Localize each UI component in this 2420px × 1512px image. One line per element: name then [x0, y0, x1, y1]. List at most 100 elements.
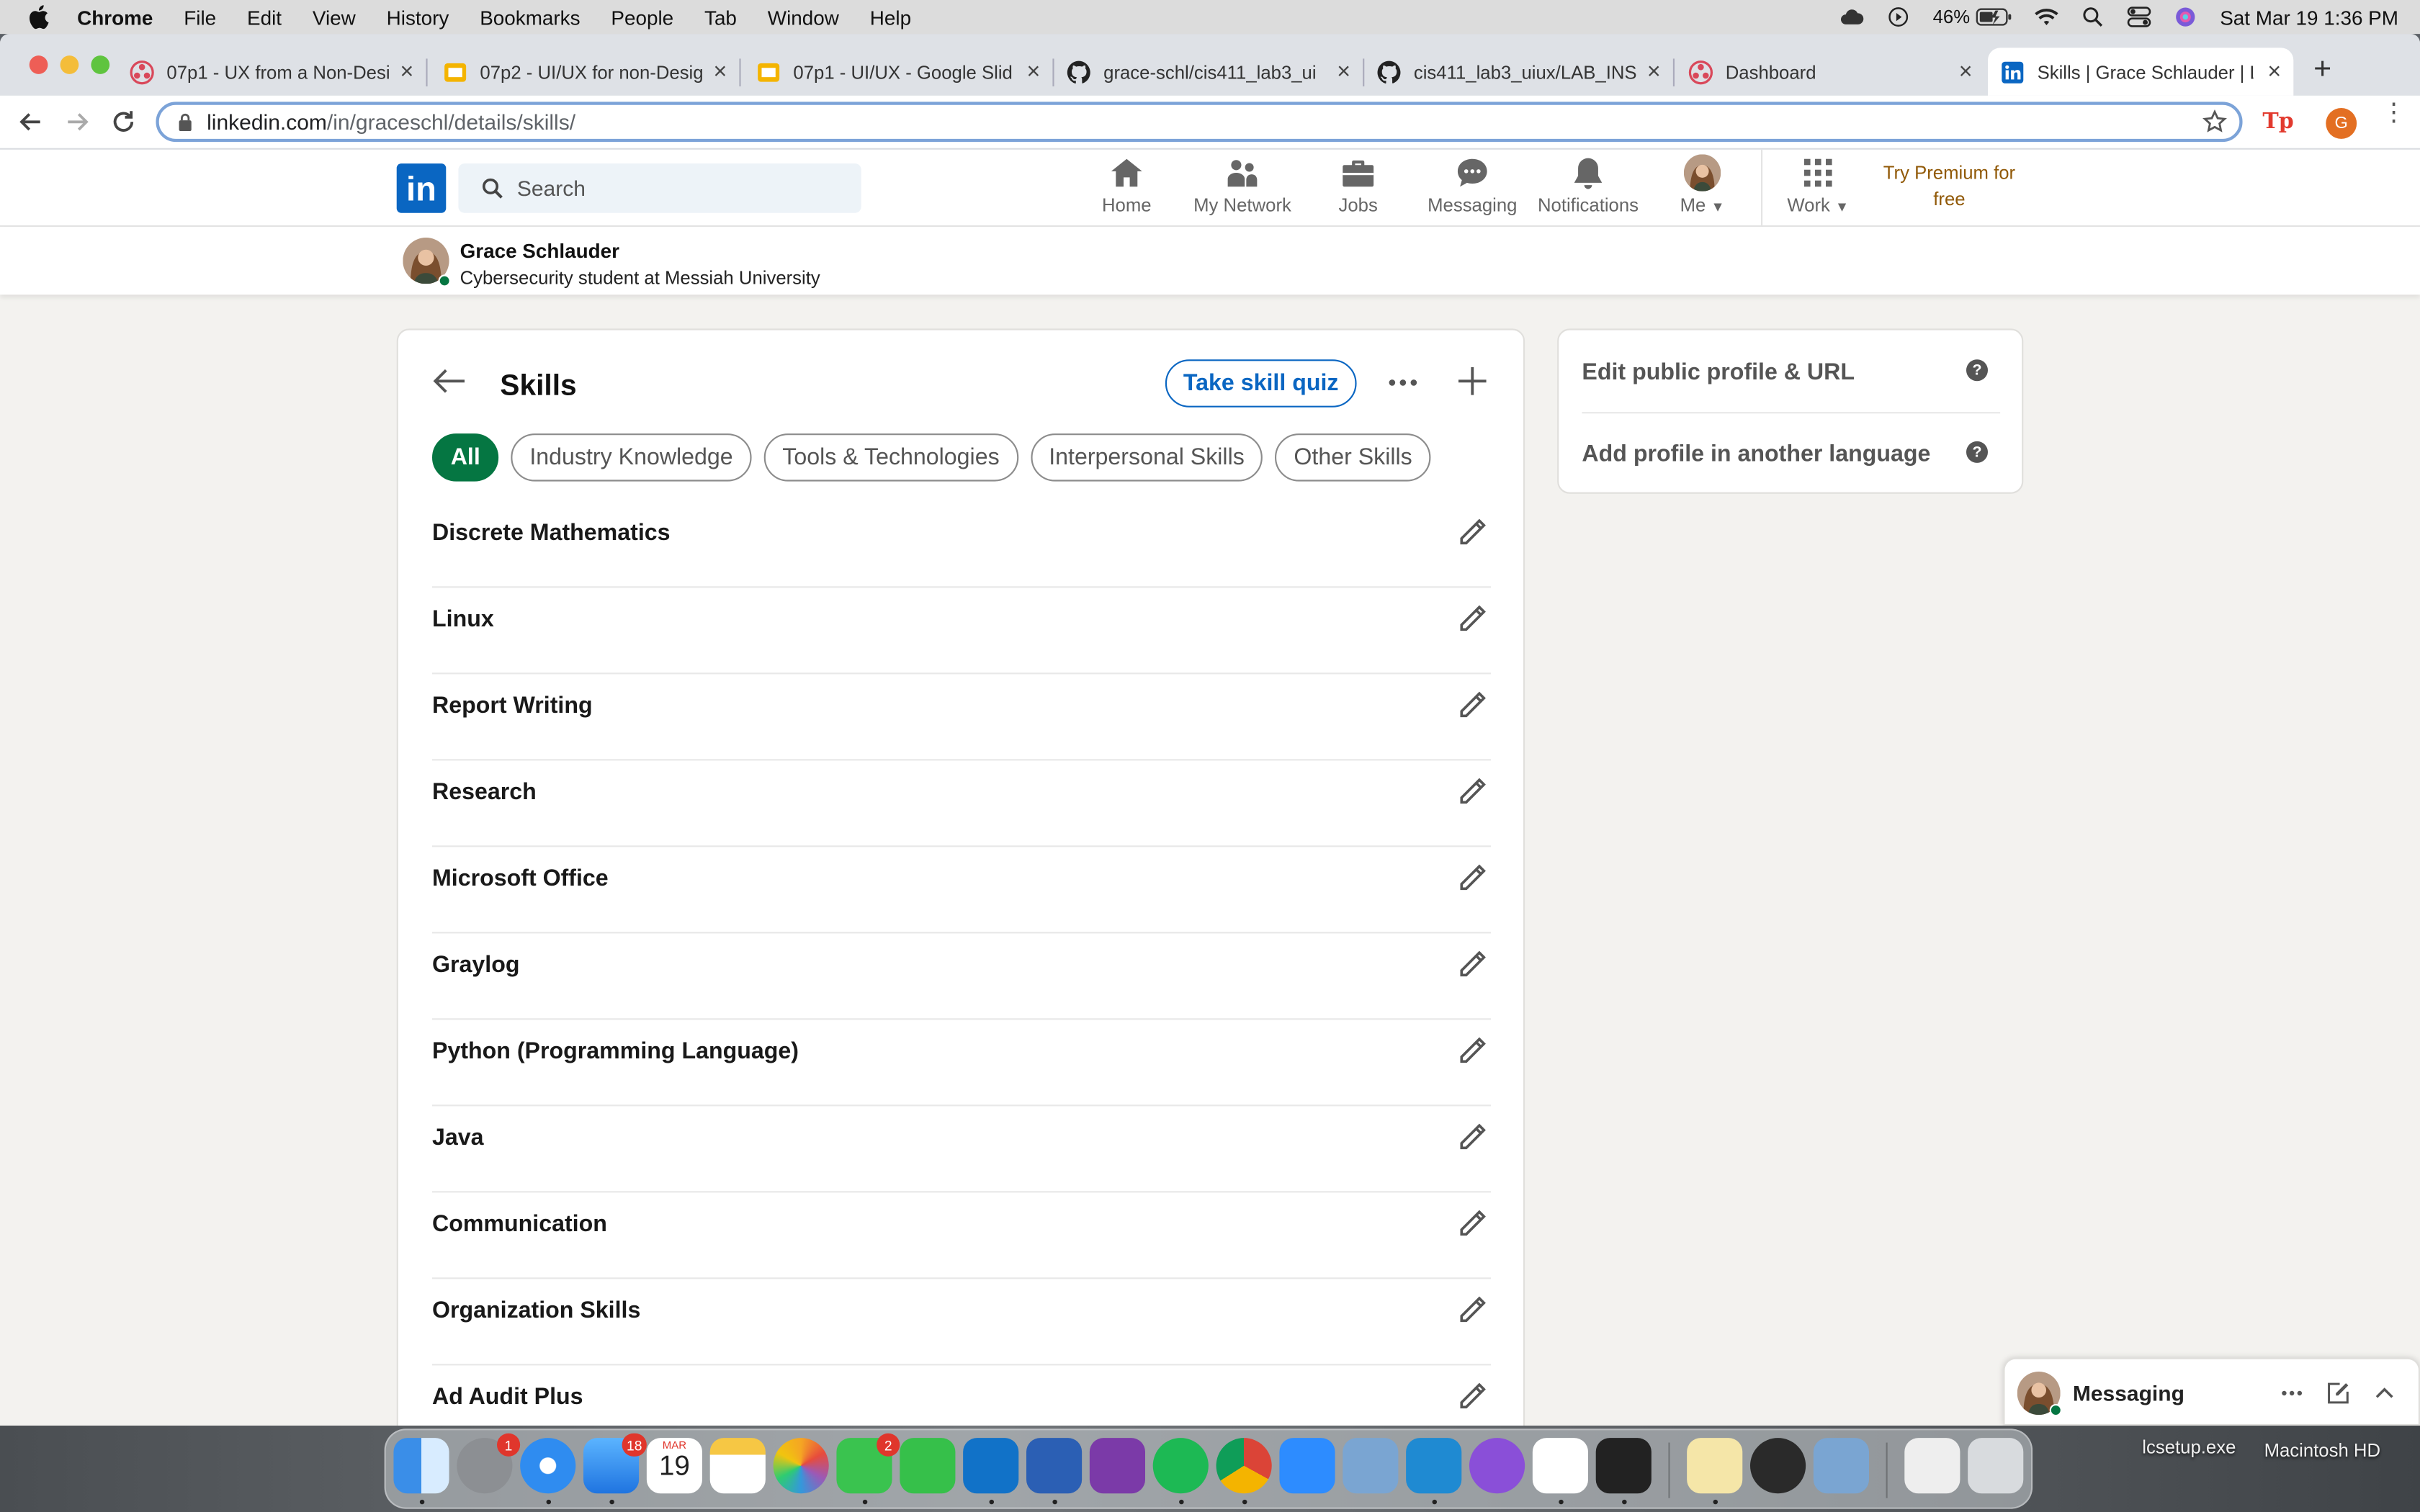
menu-edit[interactable]: Edit — [247, 6, 282, 29]
system-preferences-icon[interactable]: 1 — [457, 1433, 521, 1494]
menu-window[interactable]: Window — [768, 6, 839, 29]
edit-pencil-icon[interactable] — [1457, 776, 1488, 807]
nav-messaging[interactable]: Messaging — [1423, 154, 1522, 225]
photos-icon[interactable] — [773, 1438, 829, 1494]
browser-tab-1[interactable]: 07p1 - UX from a Non-Desi × — [117, 48, 426, 95]
nav-work[interactable]: Work ▼ — [1784, 154, 1852, 225]
more-options-icon[interactable] — [1386, 366, 1420, 400]
slack-icon[interactable] — [1532, 1438, 1588, 1494]
menu-help[interactable]: Help — [870, 6, 911, 29]
lock-icon[interactable] — [177, 112, 192, 132]
preview-icon[interactable] — [1687, 1438, 1743, 1494]
chrome-profile-avatar[interactable]: G — [2326, 108, 2357, 139]
browser-tab-3[interactable]: 07p1 - UI/UX - Google Slid × — [744, 48, 1053, 95]
edit-pencil-icon[interactable] — [1457, 1035, 1488, 1066]
battery-icon[interactable] — [1976, 6, 2013, 28]
extension-tp-icon[interactable]: Tp — [2262, 109, 2293, 134]
safari-icon[interactable] — [520, 1438, 576, 1494]
spotify-icon[interactable] — [1152, 1438, 1209, 1494]
browser-tab-5[interactable]: cis411_lab3_uiux/LAB_INS × — [1364, 48, 1673, 95]
browser-tab-2[interactable]: 07p2 - UI/UX for non-Desig × — [431, 48, 740, 95]
chevron-up-icon[interactable] — [2372, 1381, 2397, 1405]
spotlight-search-icon[interactable] — [2081, 6, 2105, 28]
zoom-window-button[interactable] — [91, 55, 110, 74]
virtualbox-icon[interactable] — [1343, 1438, 1399, 1494]
finder-icon[interactable] — [393, 1438, 449, 1494]
outlook-icon[interactable] — [963, 1438, 1019, 1494]
menu-bookmarks[interactable]: Bookmarks — [480, 6, 580, 29]
nav-notifications[interactable]: Notifications — [1534, 154, 1642, 225]
back-icon[interactable] — [15, 107, 46, 138]
close-tab-icon[interactable]: × — [1647, 58, 1661, 84]
facetime-icon[interactable] — [900, 1438, 956, 1494]
try-premium-link[interactable]: Try Premium for free — [1872, 161, 2026, 213]
skill-name[interactable]: Microsoft Office — [432, 865, 609, 891]
skill-name[interactable]: Linux — [432, 606, 494, 632]
filter-tools-technologies[interactable]: Tools & Technologies — [763, 433, 1018, 482]
onenote-icon[interactable] — [1089, 1438, 1145, 1494]
chrome-icon[interactable] — [1216, 1438, 1272, 1494]
take-skill-quiz-button[interactable]: Take skill quiz — [1165, 359, 1357, 408]
skill-name[interactable]: Report Writing — [432, 693, 593, 719]
menu-app-name[interactable]: Chrome — [77, 6, 153, 29]
bookmark-star-icon[interactable] — [2202, 109, 2227, 134]
menu-history[interactable]: History — [387, 6, 449, 29]
virtualbox-icon[interactable] — [1813, 1438, 1869, 1494]
menu-view[interactable]: View — [313, 6, 356, 29]
compose-icon[interactable] — [2326, 1381, 2350, 1405]
close-tab-icon[interactable]: × — [1959, 58, 1973, 84]
new-tab-icon[interactable]: + — [2313, 53, 2331, 88]
skill-name[interactable]: Communication — [432, 1211, 607, 1237]
edit-pencil-icon[interactable] — [1457, 1295, 1488, 1326]
linkedin-logo[interactable]: in — [396, 163, 447, 213]
back-arrow-icon[interactable] — [432, 367, 466, 395]
chrome-menu-icon[interactable]: ⋮ — [2381, 101, 2406, 125]
wifi-icon[interactable] — [2035, 6, 2059, 28]
edit-pencil-icon[interactable] — [1457, 949, 1488, 980]
creative-cloud-icon[interactable] — [1840, 6, 1865, 28]
minimize-window-button[interactable] — [60, 55, 79, 74]
nav-jobs[interactable]: Jobs — [1333, 154, 1383, 225]
close-tab-icon[interactable]: × — [1027, 58, 1041, 84]
forward-icon[interactable] — [62, 107, 93, 138]
terminal-icon[interactable] — [1595, 1438, 1652, 1494]
zoom-icon[interactable] — [1279, 1438, 1335, 1494]
desktop-disk-label[interactable]: Macintosh HD — [2264, 1439, 2380, 1461]
control-center-icon[interactable] — [2128, 6, 2152, 28]
skill-name[interactable]: Organization Skills — [432, 1297, 640, 1323]
menu-file[interactable]: File — [184, 6, 216, 29]
calendar-icon[interactable]: MAR 19 — [646, 1438, 702, 1494]
close-tab-icon[interactable]: × — [1337, 58, 1350, 84]
nav-home[interactable]: Home — [1099, 154, 1155, 225]
filter-all[interactable]: All — [432, 433, 499, 482]
apple-icon[interactable] — [28, 4, 50, 30]
menu-tab[interactable]: Tab — [704, 6, 737, 29]
siri-icon[interactable] — [2174, 6, 2198, 28]
github-desktop-icon[interactable] — [1469, 1438, 1525, 1494]
skill-name[interactable]: Graylog — [432, 952, 519, 978]
edit-pencil-icon[interactable] — [1457, 863, 1488, 894]
close-tab-icon[interactable]: × — [2267, 58, 2281, 84]
search-box[interactable] — [458, 163, 861, 213]
more-options-icon[interactable] — [2280, 1381, 2304, 1405]
filter-interpersonal-skills[interactable]: Interpersonal Skills — [1030, 433, 1263, 482]
word-icon[interactable] — [1026, 1438, 1083, 1494]
skill-name[interactable]: Python (Programming Language) — [432, 1038, 799, 1064]
menu-people[interactable]: People — [611, 6, 673, 29]
add-skill-icon[interactable] — [1456, 364, 1489, 398]
filter-other-skills[interactable]: Other Skills — [1275, 433, 1431, 482]
help-question-icon[interactable]: ? — [1966, 441, 1988, 463]
search-input[interactable] — [516, 176, 826, 201]
quicktime-icon[interactable] — [1750, 1438, 1806, 1494]
filter-industry-knowledge[interactable]: Industry Knowledge — [511, 433, 752, 482]
add-profile-language-link[interactable]: Add profile in another language — [1582, 441, 1930, 467]
messaging-overlay[interactable]: Messaging — [2003, 1357, 2420, 1426]
messaging-title[interactable]: Messaging — [2073, 1381, 2184, 1405]
close-tab-icon[interactable]: × — [714, 58, 727, 84]
downloads-stack-icon[interactable] — [1904, 1438, 1960, 1494]
desktop-file-label[interactable]: lcsetup.exe — [2142, 1436, 2236, 1458]
close-window-button[interactable] — [29, 55, 48, 74]
address-bar[interactable]: linkedin.com/in/graceschl/details/skills… — [156, 102, 2243, 143]
browser-tab-active[interactable]: Skills | Grace Schlauder | L × — [1988, 48, 2294, 96]
close-tab-icon[interactable]: × — [400, 58, 414, 84]
